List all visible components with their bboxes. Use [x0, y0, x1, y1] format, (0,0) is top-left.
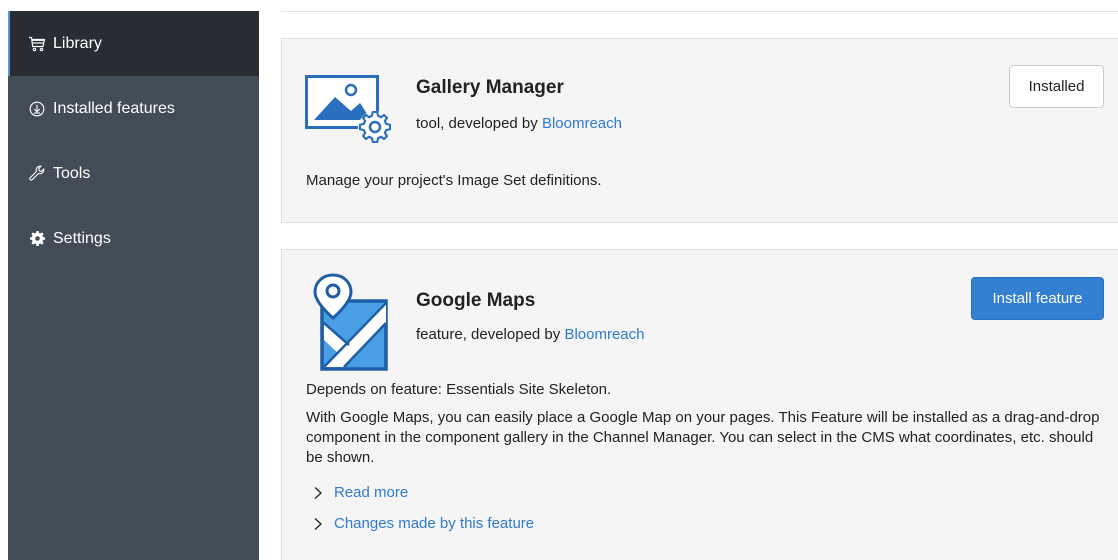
- feature-title: Google Maps: [416, 290, 536, 311]
- feature-subtitle: feature, developed by Bloomreach: [416, 326, 645, 343]
- sidebar-item-label: Installed features: [53, 99, 175, 117]
- chevron-right-icon: [312, 517, 324, 531]
- sidebar-item-library[interactable]: Library: [8, 11, 259, 76]
- feature-dependency: Depends on feature: Essentials Site Skel…: [306, 381, 612, 398]
- changes-toggle[interactable]: Changes made by this feature: [312, 515, 534, 532]
- cart-icon: [27, 34, 47, 54]
- developer-link[interactable]: Bloomreach: [564, 326, 644, 343]
- gear-icon: [27, 229, 47, 249]
- sidebar-item-label: Library: [53, 34, 102, 52]
- feature-subtitle: tool, developed by Bloomreach: [416, 115, 622, 132]
- sidebar-item-installed-features[interactable]: Installed features: [8, 76, 259, 141]
- install-feature-button[interactable]: Install feature: [971, 277, 1104, 320]
- feature-card-gallery-manager: Gallery Manager tool, developed by Bloom…: [281, 38, 1118, 223]
- map-pin-icon: [313, 273, 395, 378]
- installed-button[interactable]: Installed: [1009, 65, 1104, 108]
- feature-description: Manage your project's Image Set definiti…: [306, 172, 602, 189]
- read-more-toggle[interactable]: Read more: [312, 484, 408, 501]
- feature-card-google-maps: Google Maps feature, developed by Bloomr…: [281, 249, 1118, 560]
- sidebar-item-settings[interactable]: Settings: [8, 206, 259, 271]
- sidebar: Library Installed features Tools Setting…: [8, 11, 259, 560]
- feature-description: With Google Maps, you can easily place a…: [306, 409, 1100, 466]
- changes-link[interactable]: Changes made by this feature: [334, 515, 534, 532]
- developer-link[interactable]: Bloomreach: [542, 115, 622, 132]
- sidebar-item-tools[interactable]: Tools: [8, 141, 259, 206]
- feature-type-text: tool, developed by: [416, 115, 542, 132]
- gallery-image-gear-icon: [305, 75, 397, 155]
- read-more-link[interactable]: Read more: [334, 484, 408, 501]
- download-circle-icon: [27, 99, 47, 119]
- feature-type-text: feature, developed by: [416, 326, 565, 343]
- top-divider: [281, 11, 1118, 12]
- sidebar-item-label: Settings: [53, 229, 111, 247]
- chevron-right-icon: [312, 486, 324, 500]
- feature-title: Gallery Manager: [416, 77, 564, 98]
- wrench-icon: [27, 164, 47, 184]
- sidebar-item-label: Tools: [53, 164, 91, 182]
